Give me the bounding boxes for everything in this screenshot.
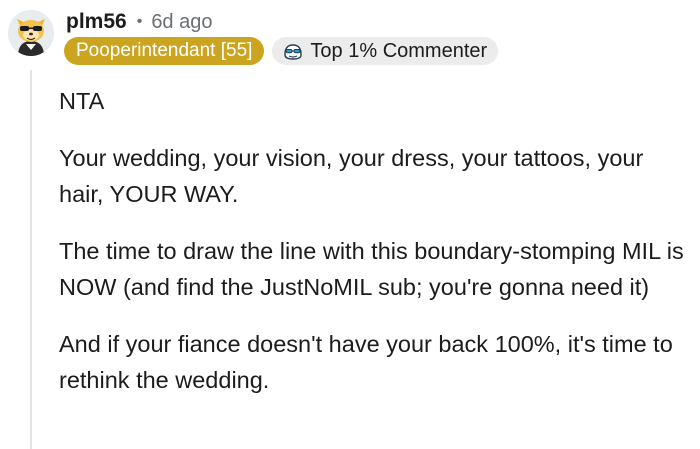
- snoo-avatar-icon: [8, 10, 54, 56]
- comment-paragraph: NTA: [59, 88, 105, 114]
- comment-header: plm56 • 6d ago: [66, 7, 212, 37]
- timestamp[interactable]: 6d ago: [151, 11, 212, 34]
- user-flair: Pooperintendant [55]: [64, 37, 265, 65]
- separator-dot: •: [136, 13, 143, 30]
- top-commenter-label: Top 1% Commenter: [310, 40, 488, 62]
- avatar[interactable]: [8, 10, 54, 56]
- comment-paragraph: And if your fiance doesn't have your bac…: [59, 331, 673, 393]
- comment: plm56 • 6d ago Pooperintendant [55] Top …: [0, 0, 700, 449]
- comment-paragraph: Your wedding, your vision, your dress, y…: [59, 145, 644, 207]
- top-commenter-badge[interactable]: Top 1% Commenter: [272, 37, 499, 65]
- comment-paragraph: The time to draw the line with this boun…: [59, 238, 684, 300]
- thread-line[interactable]: [30, 70, 32, 449]
- username[interactable]: plm56: [66, 10, 127, 34]
- comment-body: NTA Your wedding, your vision, your dres…: [59, 83, 691, 419]
- user-badges: Pooperintendant [55] Top 1% Commenter: [64, 37, 499, 65]
- commenter-badge-icon: [284, 44, 303, 60]
